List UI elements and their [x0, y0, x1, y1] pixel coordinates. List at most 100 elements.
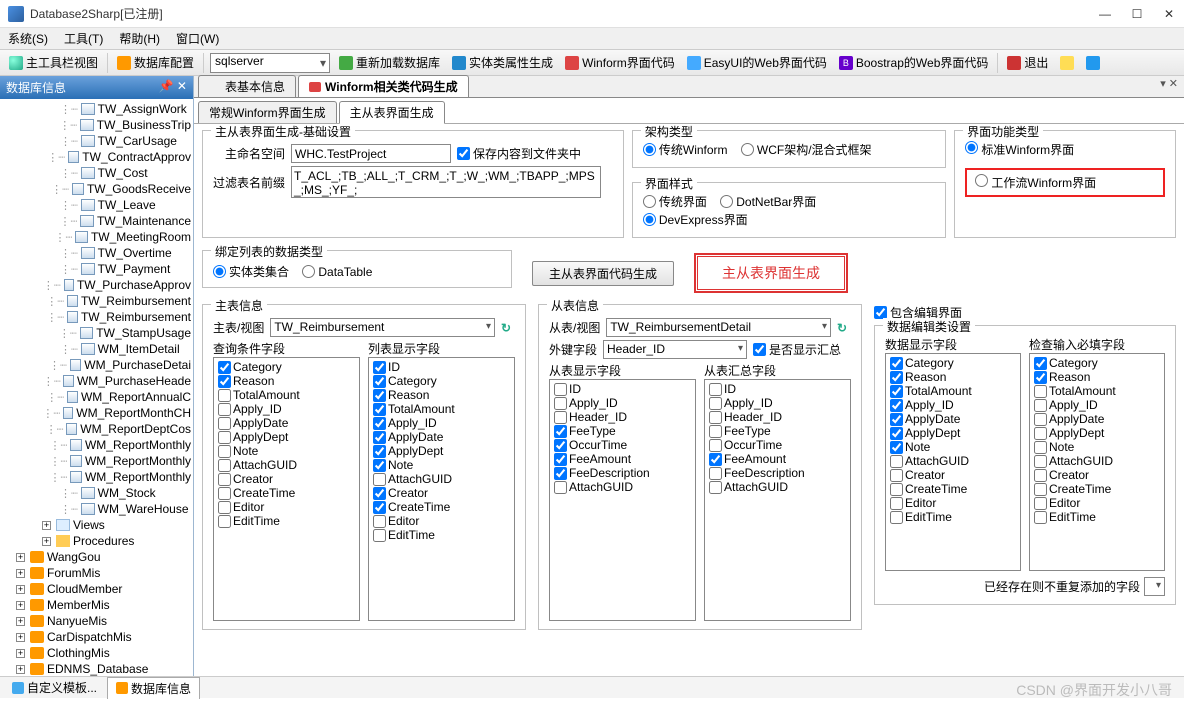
field-check[interactable]: ApplyDate	[888, 412, 1018, 426]
tb-home[interactable]	[1057, 54, 1077, 72]
field-check[interactable]: OccurTime	[552, 438, 693, 452]
field-check[interactable]: AttachGUID	[888, 454, 1018, 468]
tb-exit[interactable]: 退出	[1004, 52, 1051, 73]
tree-table[interactable]: ⋮┈TW_Leave	[0, 197, 193, 213]
field-check[interactable]: Reason	[1032, 370, 1162, 384]
tree-database[interactable]: +CarDispatchMis	[0, 629, 193, 645]
field-check[interactable]: Reason	[216, 374, 357, 388]
field-check[interactable]: Creator	[888, 468, 1018, 482]
tree-database[interactable]: +EDNMS_Database	[0, 661, 193, 676]
tree-table[interactable]: ⋮┈WM_ReportAnnualC	[0, 389, 193, 405]
tb-bootstrap[interactable]: BBoostrap的Web界面代码	[836, 52, 992, 73]
tree-table[interactable]: ⋮┈TW_Maintenance	[0, 213, 193, 229]
db-tree[interactable]: ⋮┈TW_AssignWork⋮┈TW_BusinessTrip⋮┈TW_Car…	[0, 99, 193, 676]
field-check[interactable]: EditTime	[216, 514, 357, 528]
field-check[interactable]: Note	[371, 458, 512, 472]
field-check[interactable]: Note	[888, 440, 1018, 454]
field-check[interactable]: Category	[216, 360, 357, 374]
tree-node[interactable]: +Views	[0, 517, 193, 533]
field-check[interactable]: Apply_ID	[888, 398, 1018, 412]
field-check[interactable]: Apply_ID	[1032, 398, 1162, 412]
bind-entity[interactable]: 实体类集合	[213, 263, 289, 280]
field-check[interactable]: TotalAmount	[371, 402, 512, 416]
field-check[interactable]: Note	[1032, 440, 1162, 454]
menu-system[interactable]: 系统(S)	[8, 30, 48, 47]
style-dotnetbar[interactable]: DotNetBar界面	[720, 193, 816, 210]
field-check[interactable]: AttachGUID	[707, 480, 848, 494]
field-check[interactable]: ID	[707, 382, 848, 396]
field-check[interactable]: Editor	[371, 514, 512, 528]
field-check[interactable]: ID	[552, 382, 693, 396]
master-query-list[interactable]: CategoryReasonTotalAmountApply_IDApplyDa…	[213, 357, 360, 621]
field-check[interactable]: Editor	[216, 500, 357, 514]
field-check[interactable]: EditTime	[1032, 510, 1162, 524]
field-check[interactable]: ApplyDate	[216, 416, 357, 430]
save-folder-check[interactable]: 保存内容到文件夹中	[457, 145, 581, 162]
tree-table[interactable]: ⋮┈WM_ReportDeptCos	[0, 421, 193, 437]
tree-table[interactable]: ⋮┈WM_ReportMonthly	[0, 437, 193, 453]
tree-table[interactable]: ⋮┈TW_Payment	[0, 261, 193, 277]
tree-table[interactable]: ⋮┈TW_CarUsage	[0, 133, 193, 149]
tree-database[interactable]: +CloudMember	[0, 581, 193, 597]
tree-table[interactable]: ⋮┈WM_Stock	[0, 485, 193, 501]
tb-reload[interactable]: 重新加载数据库	[336, 52, 443, 73]
inner-tab-normal[interactable]: 常规Winform界面生成	[198, 101, 337, 123]
menu-help[interactable]: 帮助(H)	[119, 30, 160, 47]
gen-ui-button[interactable]: 主从表界面生成	[697, 256, 845, 290]
field-check[interactable]: TotalAmount	[216, 388, 357, 402]
ns-input[interactable]	[291, 144, 451, 163]
menu-tools[interactable]: 工具(T)	[64, 30, 103, 47]
field-check[interactable]: Apply_ID	[552, 396, 693, 410]
tb-winform[interactable]: Winform界面代码	[562, 52, 678, 73]
pin-icon[interactable]: 📌 ✕	[159, 79, 187, 96]
field-check[interactable]: Reason	[371, 388, 512, 402]
menu-window[interactable]: 窗口(W)	[176, 30, 219, 47]
tree-database[interactable]: +ForumMis	[0, 565, 193, 581]
tb-easyui[interactable]: EasyUI的Web界面代码	[684, 52, 830, 73]
arch-wcf[interactable]: WCF架构/混合式框架	[741, 141, 872, 158]
show-sum-check[interactable]: 是否显示汇总	[753, 341, 841, 358]
field-check[interactable]: EditTime	[371, 528, 512, 542]
tree-table[interactable]: ⋮┈TW_GoodsReceive	[0, 181, 193, 197]
maximize-button[interactable]: ☐	[1130, 7, 1144, 21]
tab-table-basic[interactable]: 表基本信息	[198, 75, 296, 97]
field-check[interactable]: OccurTime	[707, 438, 848, 452]
tree-table[interactable]: ⋮┈WM_PurchaseDetai	[0, 357, 193, 373]
arch-winform[interactable]: 传统Winform	[643, 141, 728, 158]
field-check[interactable]: ApplyDept	[371, 444, 512, 458]
field-check[interactable]: AttachGUID	[1032, 454, 1162, 468]
tb-entity[interactable]: 实体类属性生成	[449, 52, 556, 73]
tb-help[interactable]	[1083, 54, 1103, 72]
inner-tab-masterdetail[interactable]: 主从表界面生成	[339, 101, 445, 124]
tree-table[interactable]: ⋮┈WM_WareHouse	[0, 501, 193, 517]
refresh-icon[interactable]: ↻	[837, 321, 851, 335]
field-check[interactable]: FeeAmount	[707, 452, 848, 466]
field-check[interactable]: Creator	[216, 472, 357, 486]
tree-database[interactable]: +WangGou	[0, 549, 193, 565]
field-check[interactable]: ApplyDept	[1032, 426, 1162, 440]
field-check[interactable]: Category	[888, 356, 1018, 370]
field-check[interactable]: ID	[371, 360, 512, 374]
tree-table[interactable]: ⋮┈TW_Overtime	[0, 245, 193, 261]
field-check[interactable]: ApplyDate	[1032, 412, 1162, 426]
field-check[interactable]: ApplyDate	[371, 430, 512, 444]
field-check[interactable]: AttachGUID	[552, 480, 693, 494]
field-check[interactable]: FeeAmount	[552, 452, 693, 466]
tab-close-icon[interactable]: ▾ ✕	[1160, 77, 1178, 90]
field-check[interactable]: TotalAmount	[1032, 384, 1162, 398]
field-check[interactable]: Note	[216, 444, 357, 458]
field-check[interactable]: CreateTime	[216, 486, 357, 500]
fn-workflow[interactable]: 工作流Winform界面	[975, 176, 1096, 190]
field-check[interactable]: Apply_ID	[216, 402, 357, 416]
tb-main-toolbar[interactable]: 主工具栏视图	[6, 52, 101, 73]
bottom-tab-dbinfo[interactable]: 数据库信息	[107, 677, 200, 699]
field-check[interactable]: Header_ID	[707, 410, 848, 424]
tb-db-config[interactable]: 数据库配置	[114, 52, 197, 73]
gen-code-button[interactable]: 主从表界面代码生成	[532, 261, 674, 286]
detail-sum-list[interactable]: IDApply_IDHeader_IDFeeTypeOccurTimeFeeAm…	[704, 379, 851, 621]
tree-database[interactable]: +NanyueMis	[0, 613, 193, 629]
field-check[interactable]: FeeDescription	[707, 466, 848, 480]
prefix-input[interactable]: T_ACL_;TB_;ALL_;T_CRM_;T_;W_;WM_;TBAPP_;…	[291, 166, 601, 198]
tree-table[interactable]: ⋮┈WM_PurchaseHeade	[0, 373, 193, 389]
field-check[interactable]: TotalAmount	[888, 384, 1018, 398]
